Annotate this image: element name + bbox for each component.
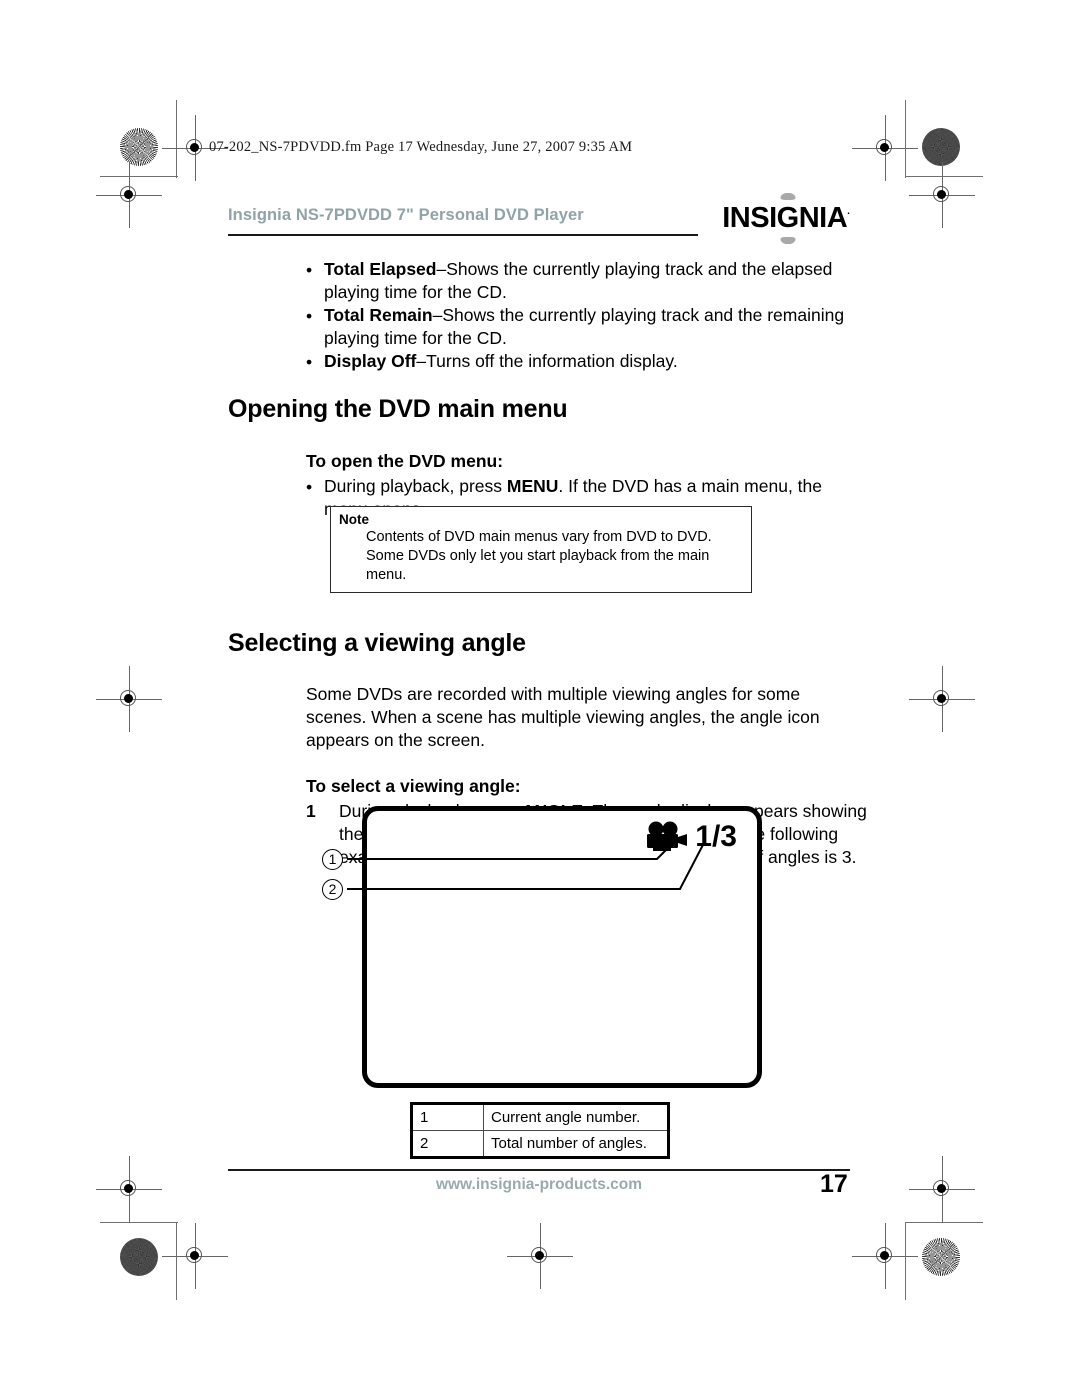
- callout-leader-lines: [347, 838, 706, 890]
- moire-target-bottom-right: [922, 1238, 960, 1276]
- crop-line-left-top: [176, 100, 177, 178]
- note-line-1: Contents of DVD main menus vary from DVD…: [366, 529, 712, 545]
- logo-arc-top-icon: [780, 193, 796, 200]
- crop-line-bottom-right: [905, 1222, 983, 1223]
- list-item: • Total Elapsed–Shows the currently playi…: [228, 258, 862, 304]
- logo-text-g: G: [776, 202, 800, 234]
- angle-display-illustration: 1/3 1 2: [322, 806, 762, 1088]
- list-item-desc: –Turns off the information display.: [416, 351, 678, 371]
- legend-index: 1: [411, 1103, 484, 1131]
- registration-mark-upper-left: [96, 162, 162, 228]
- crop-line-bottom-left: [100, 1222, 178, 1223]
- crop-line-right-bottom: [905, 1222, 906, 1300]
- registration-mark-bottom-right: [852, 1223, 918, 1289]
- registration-mark-bottom-center: [507, 1223, 573, 1289]
- callout-legend-table: 1 Current angle number. 2 Total number o…: [410, 1102, 670, 1159]
- bullet-marker: •: [306, 352, 313, 372]
- crop-line-right-top: [905, 100, 906, 178]
- display-mode-bullet-list: • Total Elapsed–Shows the currently playi…: [228, 258, 862, 373]
- instruction-key: MENU: [506, 476, 559, 496]
- registration-mark-middle-right: [909, 666, 975, 732]
- page-number: 17: [820, 1170, 848, 1198]
- page-header: Insignia NS-7PDVDD 7" Personal DVD Playe…: [228, 193, 850, 246]
- file-stamp: 07-202_NS-7PDVDD.fm Page 17 Wednesday, J…: [209, 139, 633, 155]
- registration-mark-lower-right: [909, 1156, 975, 1222]
- table-row: 1 Current angle number.: [411, 1103, 669, 1131]
- registration-mark-top-right: [852, 115, 918, 181]
- page-title: Insignia NS-7PDVDD 7" Personal DVD Playe…: [228, 206, 584, 224]
- list-item-term: Total Elapsed: [324, 259, 437, 279]
- bullet-marker: •: [306, 260, 313, 280]
- crop-line-left-bottom: [176, 1222, 177, 1300]
- moire-target-top-left: [120, 128, 158, 166]
- instruction-pre: During playback, press: [324, 476, 507, 496]
- note-line-2: Some DVDs only let you start playback fr…: [366, 548, 710, 583]
- header-divider: [228, 234, 698, 236]
- subheading-to-select-viewing-angle: To select a viewing angle:: [306, 776, 521, 796]
- bullet-marker: •: [306, 306, 313, 326]
- heading-selecting-a-viewing-angle: Selecting a viewing angle: [228, 629, 526, 657]
- viewing-angle-paragraph: Some DVDs are recorded with multiple vie…: [306, 684, 820, 750]
- insignia-logo: INSI G NIA·: [722, 193, 850, 244]
- crop-line-top-right: [905, 176, 983, 177]
- registration-mark-lower-left: [96, 1156, 162, 1222]
- note-title: Note: [339, 512, 369, 527]
- registration-mark-bottom-left: [162, 1223, 228, 1289]
- list-item: • Display Off–Turns off the information d…: [228, 350, 862, 373]
- footer-divider: [228, 1169, 850, 1171]
- list-item: • Total Remain–Shows the currently playin…: [228, 304, 862, 350]
- logo-g-wrap: G: [776, 193, 800, 244]
- logo-text-post: NIA: [798, 202, 848, 234]
- table-row: 2 Total number of angles.: [411, 1130, 669, 1158]
- footer-url: www.insignia-products.com: [435, 1176, 643, 1193]
- logo-text-pre: INSI: [722, 202, 777, 234]
- moire-target-bottom-left: [120, 1238, 158, 1276]
- step-number: 1: [306, 801, 316, 821]
- registration-mark-middle-left: [96, 666, 162, 732]
- note-box: Note Contents of DVD main menus vary fro…: [330, 506, 752, 593]
- list-item-term: Total Remain: [324, 305, 433, 325]
- crop-line-top-left: [100, 176, 178, 177]
- subheading-to-open-dvd-menu: To open the DVD menu:: [306, 451, 504, 471]
- legend-description: Current angle number.: [483, 1103, 669, 1131]
- legend-description: Total number of angles.: [483, 1130, 669, 1158]
- callout-marker-1: 1: [322, 849, 343, 870]
- heading-opening-dvd-main-menu: Opening the DVD main menu: [228, 395, 568, 423]
- moire-target-top-right: [922, 128, 960, 166]
- logo-arc-bottom-icon: [780, 237, 796, 244]
- legend-index: 2: [411, 1130, 484, 1158]
- registration-mark-top-left: [162, 115, 228, 181]
- list-item-term: Display Off: [324, 351, 417, 371]
- bullet-marker: •: [306, 477, 313, 497]
- logo-trademark: ·: [847, 208, 850, 220]
- callout-marker-2: 2: [322, 879, 343, 900]
- registration-mark-upper-right: [909, 162, 975, 228]
